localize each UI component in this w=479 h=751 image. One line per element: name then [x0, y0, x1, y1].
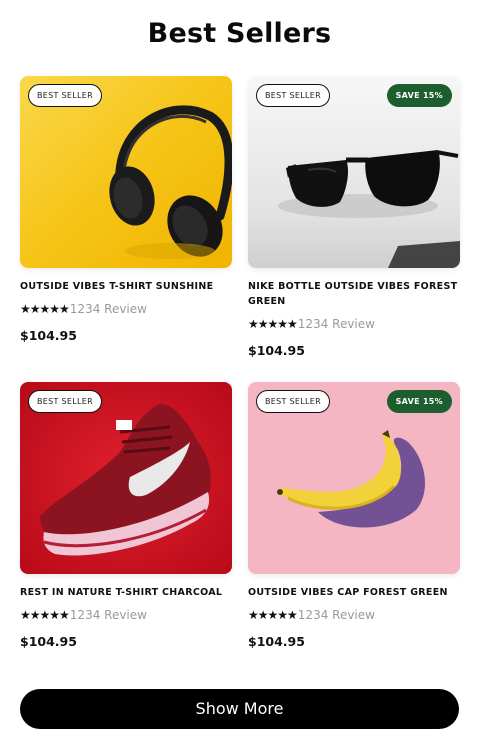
product-name[interactable]: REST IN NATURE T-SHIRT CHARCOAL — [20, 585, 232, 600]
product-rating: ★★★★★ 1234 Review — [20, 608, 232, 622]
best-seller-badge: BEST SELLER — [256, 390, 331, 413]
show-more-button[interactable]: Show More — [20, 689, 459, 729]
product-name[interactable]: OUTSIDE VIBES CAP FOREST GREEN — [248, 585, 460, 600]
product-price: $104.95 — [248, 343, 305, 358]
product-image-sneaker[interactable]: BEST SELLER — [20, 382, 232, 574]
product-card[interactable]: BEST SELLER SAVE 15% OUTSIDE VIBES CAP F… — [248, 382, 460, 649]
product-rating: ★★★★★ 1234 Review — [248, 608, 460, 622]
page-title: Best Sellers — [147, 18, 332, 49]
star-rating-icon: ★★★★★ — [20, 302, 70, 316]
product-card[interactable]: BEST SELLER SAVE 15% NIKE BOTTLE OUTSIDE… — [248, 76, 460, 358]
product-price: $104.95 — [20, 328, 77, 343]
review-count[interactable]: 1234 Review — [298, 608, 375, 622]
best-seller-badge: BEST SELLER — [28, 84, 103, 107]
star-rating-icon: ★★★★★ — [20, 608, 70, 622]
product-rating: ★★★★★ 1234 Review — [20, 302, 232, 316]
product-rating: ★★★★★ 1234 Review — [248, 317, 460, 331]
product-image-banana[interactable]: BEST SELLER SAVE 15% — [248, 382, 460, 574]
star-rating-icon: ★★★★★ — [248, 608, 298, 622]
star-rating-icon: ★★★★★ — [248, 317, 298, 331]
review-count[interactable]: 1234 Review — [70, 608, 147, 622]
product-price: $104.95 — [248, 634, 305, 649]
product-card[interactable]: BEST SELLER REST IN NATURE T-SHIRT CHARC… — [20, 382, 232, 649]
discount-badge: SAVE 15% — [386, 84, 452, 107]
discount-badge: SAVE 15% — [386, 390, 452, 413]
review-count[interactable]: 1234 Review — [298, 317, 375, 331]
product-image-headphones[interactable]: BEST SELLER — [20, 76, 232, 268]
review-count[interactable]: 1234 Review — [70, 302, 147, 316]
best-seller-badge: BEST SELLER — [256, 84, 331, 107]
product-name[interactable]: OUTSIDE VIBES T-SHIRT SUNSHINE — [20, 279, 232, 294]
product-price: $104.95 — [20, 634, 77, 649]
product-image-sunglasses[interactable]: BEST SELLER SAVE 15% — [248, 76, 460, 268]
product-name[interactable]: NIKE BOTTLE OUTSIDE VIBES FOREST GREEN — [248, 279, 460, 309]
product-card[interactable]: BEST SELLER OUTSIDE VIBES T-SHIRT SUNSHI… — [20, 76, 232, 343]
best-seller-badge: BEST SELLER — [28, 390, 103, 413]
